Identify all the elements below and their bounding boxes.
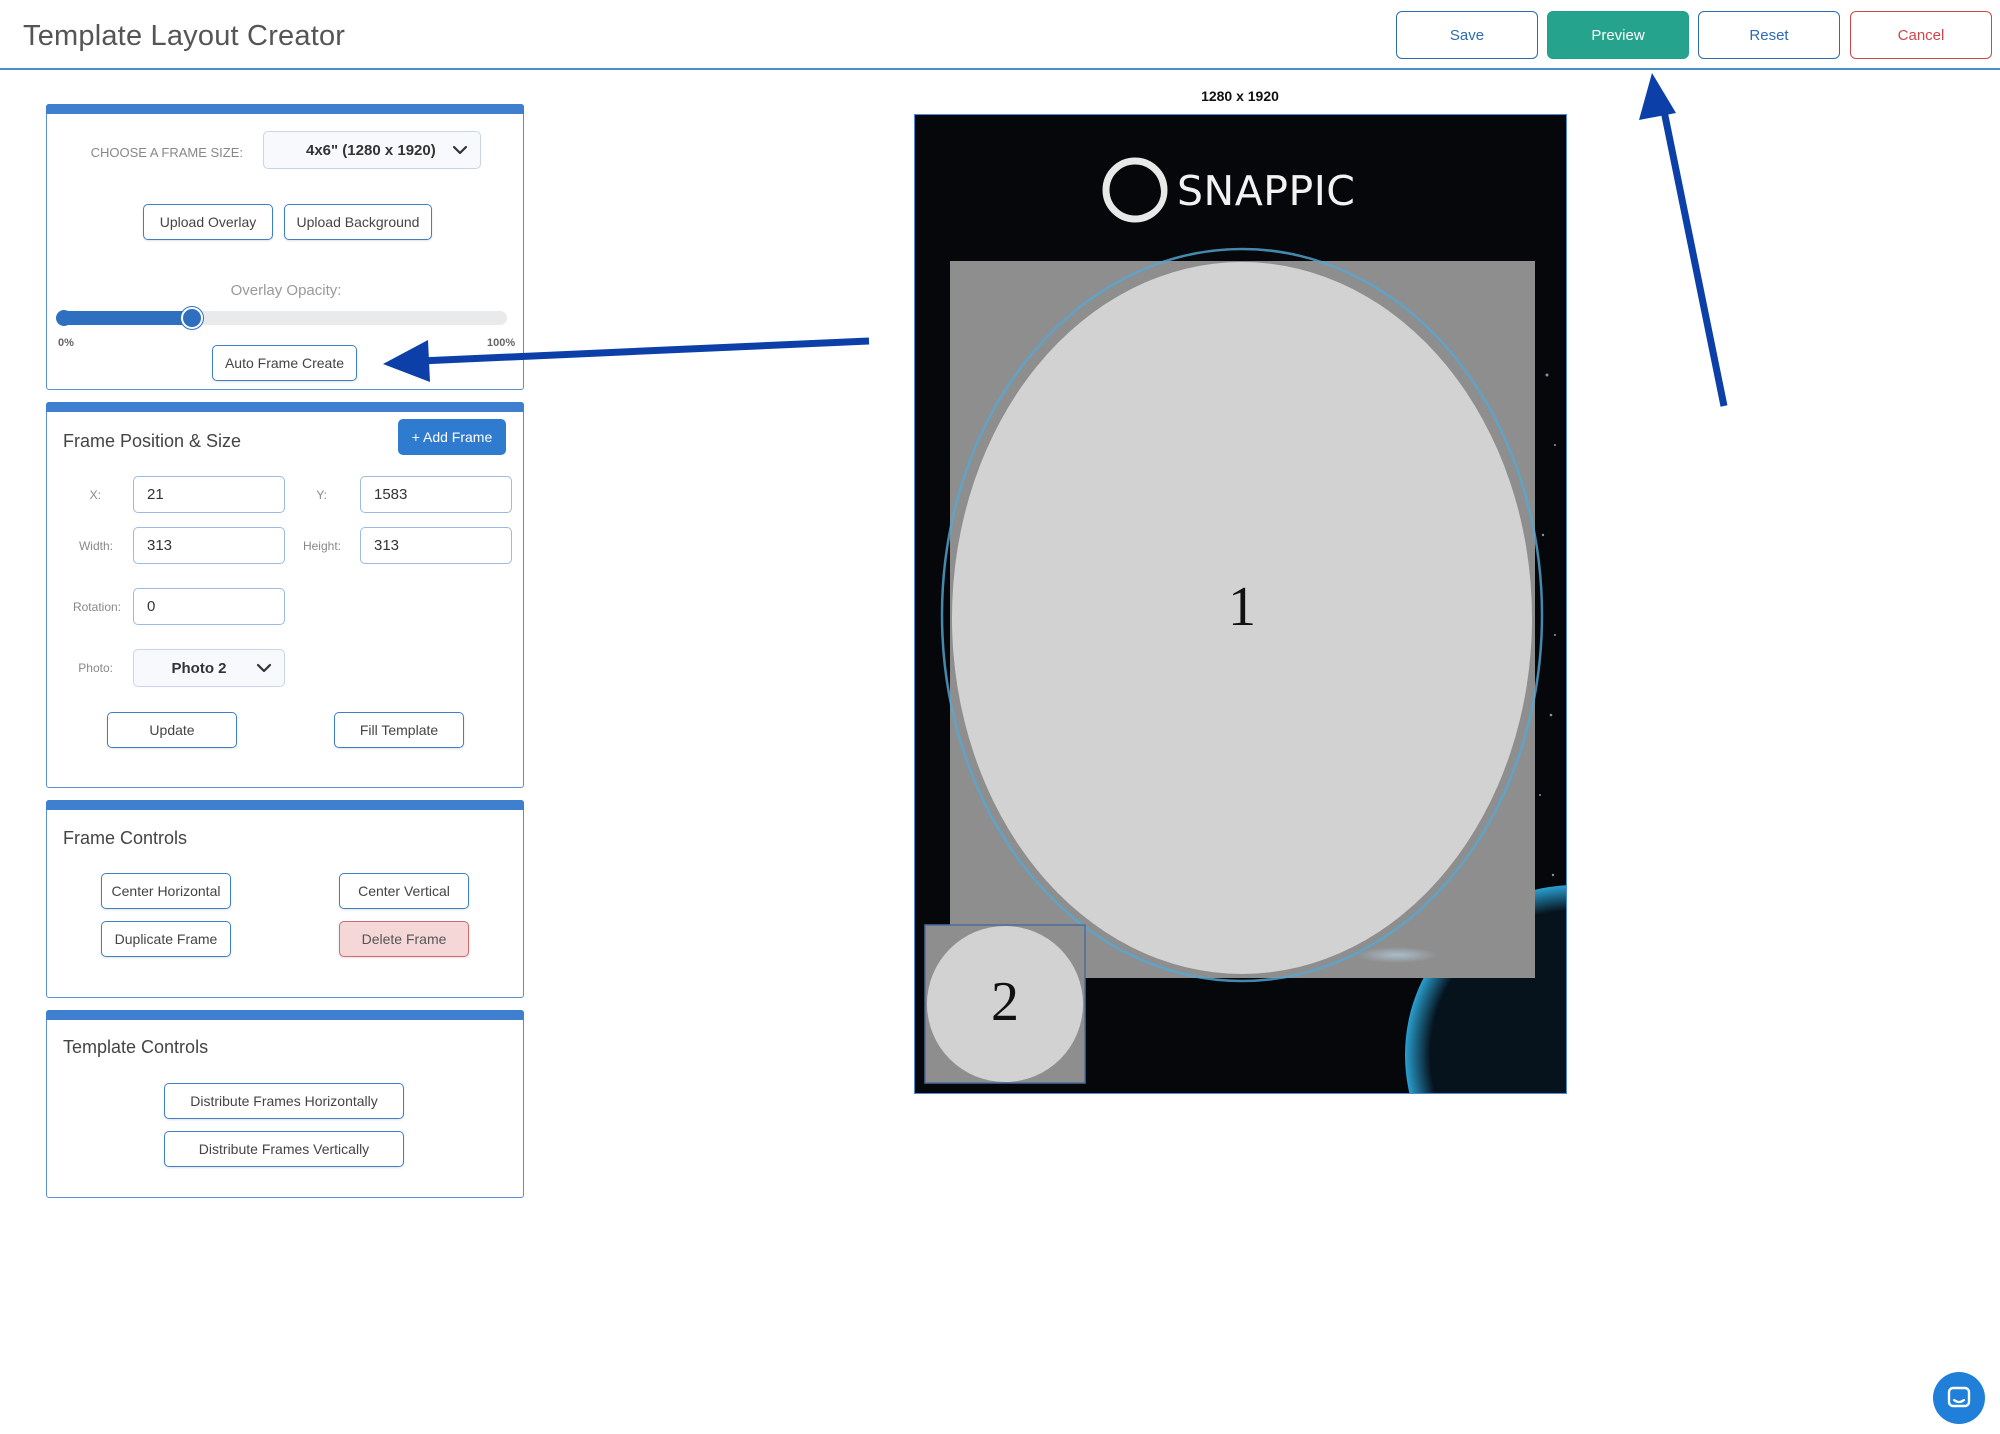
rotation-input[interactable]: 0 (133, 588, 285, 625)
photo-label: Photo: (78, 661, 113, 675)
distribute-horizontal-button[interactable]: Distribute Frames Horizontally (164, 1083, 404, 1119)
center-vertical-button[interactable]: Center Vertical (339, 873, 469, 909)
template-canvas[interactable]: SNAPPIC 1 2 (914, 114, 1567, 1094)
cancel-button[interactable]: Cancel (1850, 11, 1992, 59)
canvas-size-label: 1280 x 1920 (1201, 88, 1279, 104)
upload-background-button[interactable]: Upload Background (284, 204, 432, 240)
snappic-logo-text: SNAPPIC (1177, 167, 1356, 215)
chat-icon (1947, 1386, 1971, 1408)
duplicate-frame-button[interactable]: Duplicate Frame (101, 921, 231, 957)
frame-2-label: 2 (991, 971, 1019, 1033)
reset-button[interactable]: Reset (1698, 11, 1840, 59)
overlay-opacity-label: Overlay Opacity: (230, 282, 342, 299)
preview-button[interactable]: Preview (1547, 11, 1689, 59)
frame-position-panel: Frame Position & Size + Add Frame X: 21 … (46, 402, 524, 788)
x-label: X: (89, 488, 101, 502)
add-frame-button[interactable]: + Add Frame (398, 419, 506, 455)
x-input[interactable]: 21 (133, 476, 285, 513)
photo-select-value: Photo 2 (171, 659, 227, 677)
frame-size-value: 4x6" (1280 x 1920) (306, 141, 436, 159)
opacity-slider-start (56, 310, 72, 326)
update-button[interactable]: Update (107, 712, 237, 748)
choose-frame-size-label: CHOOSE A FRAME SIZE: (90, 145, 243, 160)
width-label: Width: (78, 539, 113, 553)
frame-position-title: Frame Position & Size (63, 431, 242, 451)
photo-select[interactable]: Photo 2 (133, 649, 285, 687)
rotation-label: Rotation: (72, 600, 121, 614)
delete-frame-button[interactable]: Delete Frame (339, 921, 469, 957)
chevron-down-icon (452, 145, 468, 155)
frame-size-panel: CHOOSE A FRAME SIZE: 4x6" (1280 x 1920) … (46, 104, 524, 390)
distribute-vertical-button[interactable]: Distribute Frames Vertically (164, 1131, 404, 1167)
y-input[interactable]: 1583 (360, 476, 512, 513)
header-bar: Template Layout Creator Save Preview Res… (0, 0, 2000, 70)
opacity-min-label: 0% (58, 337, 74, 349)
auto-frame-create-button[interactable]: Auto Frame Create (212, 345, 357, 381)
opacity-slider-handle[interactable] (181, 307, 203, 329)
frame-controls-panel: Frame Controls Center Horizontal Center … (46, 800, 524, 998)
fill-template-button[interactable]: Fill Template (334, 712, 464, 748)
arrow-to-preview (1639, 73, 1728, 407)
height-label: Height: (302, 539, 341, 553)
width-input[interactable]: 313 (133, 527, 285, 564)
upload-overlay-button[interactable]: Upload Overlay (143, 204, 273, 240)
frame-1-label: 1 (1228, 576, 1256, 638)
save-button[interactable]: Save (1396, 11, 1538, 59)
app-title: Template Layout Creator (23, 20, 346, 52)
center-horizontal-button[interactable]: Center Horizontal (101, 873, 231, 909)
frame-size-select[interactable]: 4x6" (1280 x 1920) (263, 131, 481, 169)
template-controls-panel: Template Controls Distribute Frames Hori… (46, 1010, 524, 1198)
chevron-down-icon (256, 663, 272, 673)
y-label: Y: (316, 488, 327, 502)
template-controls-title: Template Controls (63, 1037, 209, 1057)
height-input[interactable]: 313 (360, 527, 512, 564)
chat-button[interactable] (1933, 1372, 1985, 1424)
frame-controls-title: Frame Controls (63, 828, 188, 848)
opacity-slider-fill (57, 311, 192, 325)
opacity-max-label: 100% (487, 337, 516, 349)
